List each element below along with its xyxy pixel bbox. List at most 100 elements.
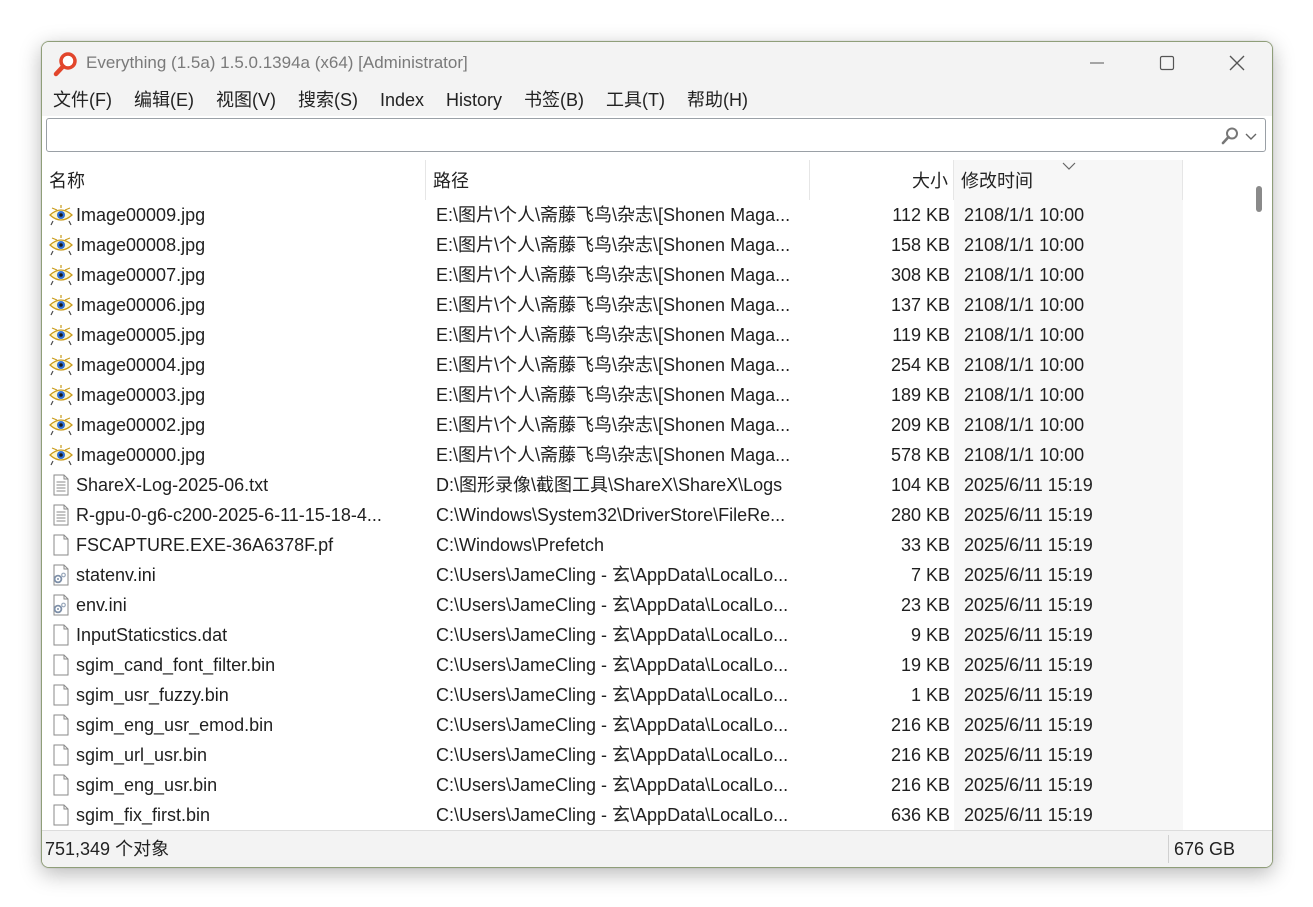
image-file-icon — [49, 234, 73, 256]
menu-history[interactable]: History — [435, 84, 513, 116]
file-row[interactable]: InputStaticstics.dat C:\Users\JameCling -… — [42, 620, 1183, 650]
blank-file-icon — [49, 654, 73, 676]
status-divider — [1168, 835, 1169, 863]
object-count: 751,349 个对象 — [45, 839, 170, 859]
file-name: sgim_fix_first.bin — [76, 805, 211, 825]
file-name: Image00000.jpg — [76, 445, 206, 465]
file-path: E:\图片\个人\斋藤飞鸟\杂志\[Shonen Maga... — [436, 265, 791, 285]
file-name: Image00002.jpg — [76, 415, 206, 435]
file-row[interactable]: sgim_eng_usr.bin C:\Users\JameCling - 玄\A… — [42, 770, 1183, 800]
file-path: C:\Users\JameCling - 玄\AppData\LocalLo..… — [436, 805, 789, 825]
column-header-name[interactable]: 名称 — [42, 160, 426, 200]
close-button[interactable] — [1202, 42, 1272, 84]
file-size: 9 KB — [910, 625, 950, 645]
menu-tools[interactable]: 工具(T) — [595, 84, 676, 116]
file-row[interactable]: Image00003.jpg E:\图片\个人\斋藤飞鸟\杂志\[Shonen M… — [42, 380, 1183, 410]
chevron-down-icon[interactable] — [1243, 128, 1259, 144]
file-size: 23 KB — [900, 595, 950, 615]
file-row[interactable]: sgim_eng_usr_emod.bin C:\Users\JameCling … — [42, 710, 1183, 740]
file-path: C:\Windows\System32\DriverStore\FileRe..… — [436, 505, 786, 525]
file-row[interactable]: sgim_usr_fuzzy.bin C:\Users\JameCling - 玄… — [42, 680, 1183, 710]
file-row[interactable]: FSCAPTURE.EXE-36A6378F.pf C:\Windows\Pref… — [42, 530, 1183, 560]
blank-file-icon — [49, 624, 73, 646]
config-file-icon — [49, 594, 73, 616]
file-size: 280 KB — [890, 505, 950, 525]
text-file-icon — [49, 504, 73, 526]
file-name: Image00007.jpg — [76, 265, 206, 285]
file-name: env.ini — [76, 595, 127, 615]
file-date: 2025/6/11 15:19 — [964, 535, 1093, 555]
file-row[interactable]: Image00006.jpg E:\图片\个人\斋藤飞鸟\杂志\[Shonen M… — [42, 290, 1183, 320]
scrollbar-thumb[interactable] — [1256, 186, 1262, 212]
search-box[interactable] — [46, 118, 1266, 152]
search-input[interactable] — [47, 119, 1207, 151]
file-date: 2108/1/1 10:00 — [964, 325, 1085, 345]
column-header-path[interactable]: 路径 — [426, 160, 810, 200]
file-date: 2025/6/11 15:19 — [964, 655, 1093, 675]
file-list[interactable]: Image00009.jpg E:\图片\个人\斋藤飞鸟\杂志\[Shonen M… — [42, 200, 1247, 830]
file-row[interactable]: Image00002.jpg E:\图片\个人\斋藤飞鸟\杂志\[Shonen M… — [42, 410, 1183, 440]
file-name: sgim_cand_font_filter.bin — [76, 655, 276, 675]
maximize-button[interactable] — [1132, 42, 1202, 84]
menu-index[interactable]: Index — [369, 84, 435, 116]
column-header-size[interactable]: 大小 — [810, 160, 954, 200]
file-size: 578 KB — [890, 445, 950, 465]
file-name: sgim_usr_fuzzy.bin — [76, 685, 229, 705]
file-name: ShareX-Log-2025-06.txt — [76, 475, 269, 495]
file-row[interactable]: Image00008.jpg E:\图片\个人\斋藤飞鸟\杂志\[Shonen M… — [42, 230, 1183, 260]
menu-bookmarks[interactable]: 书签(B) — [513, 84, 595, 116]
maximize-icon — [1159, 55, 1175, 71]
file-row[interactable]: ShareX-Log-2025-06.txt D:\图形录像\截图工具\Share… — [42, 470, 1183, 500]
file-size: 7 KB — [910, 565, 950, 585]
menu-edit[interactable]: 编辑(E) — [123, 84, 205, 116]
file-path: C:\Users\JameCling - 玄\AppData\LocalLo..… — [436, 715, 789, 735]
blank-file-icon — [49, 744, 73, 766]
image-file-icon — [49, 384, 73, 406]
file-size: 209 KB — [890, 415, 950, 435]
file-name: Image00004.jpg — [76, 355, 206, 375]
menu-bar: 文件(F) 编辑(E) 视图(V) 搜索(S) Index History 书签(B) 工具(… — [42, 84, 1272, 116]
file-path: C:\Windows\Prefetch — [436, 535, 605, 555]
image-file-icon — [49, 264, 73, 286]
file-size: 33 KB — [900, 535, 950, 555]
search-icon[interactable] — [1219, 125, 1241, 147]
file-size: 1 KB — [910, 685, 950, 705]
image-file-icon — [49, 204, 73, 226]
window-title: Everything (1.5a) 1.5.0.1394a (x64) [Adm… — [86, 53, 468, 72]
menu-help[interactable]: 帮助(H) — [676, 84, 759, 116]
file-row[interactable]: Image00004.jpg E:\图片\个人\斋藤飞鸟\杂志\[Shonen M… — [42, 350, 1183, 380]
file-path: D:\图形录像\截图工具\ShareX\ShareX\Logs — [436, 475, 783, 495]
file-row[interactable]: sgim_url_usr.bin C:\Users\JameCling - 玄\A… — [42, 740, 1183, 770]
file-row[interactable]: Image00009.jpg E:\图片\个人\斋藤飞鸟\杂志\[Shonen M… — [42, 200, 1183, 230]
blank-file-icon — [49, 804, 73, 826]
menu-search[interactable]: 搜索(S) — [287, 84, 369, 116]
file-date: 2025/6/11 15:19 — [964, 625, 1093, 645]
file-path: C:\Users\JameCling - 玄\AppData\LocalLo..… — [436, 775, 789, 795]
file-size: 189 KB — [890, 385, 950, 405]
file-row[interactable]: Image00007.jpg E:\图片\个人\斋藤飞鸟\杂志\[Shonen M… — [42, 260, 1183, 290]
file-path: E:\图片\个人\斋藤飞鸟\杂志\[Shonen Maga... — [436, 295, 791, 315]
file-date: 2108/1/1 10:00 — [964, 295, 1085, 315]
file-row[interactable]: env.ini C:\Users\JameCling - 玄\AppData\Lo… — [42, 590, 1183, 620]
file-size: 254 KB — [890, 355, 950, 375]
menu-view[interactable]: 视图(V) — [205, 84, 287, 116]
minimize-button[interactable] — [1062, 42, 1132, 84]
blank-file-icon — [49, 534, 73, 556]
file-row[interactable]: Image00000.jpg E:\图片\个人\斋藤飞鸟\杂志\[Shonen M… — [42, 440, 1183, 470]
file-path: C:\Users\JameCling - 玄\AppData\LocalLo..… — [436, 745, 789, 765]
file-date: 2025/6/11 15:19 — [964, 715, 1093, 735]
file-row[interactable]: sgim_cand_font_filter.bin C:\Users\JameCl… — [42, 650, 1183, 680]
file-size: 216 KB — [890, 745, 950, 765]
vertical-scrollbar[interactable] — [1248, 182, 1272, 830]
title-bar[interactable]: Everything (1.5a) 1.5.0.1394a (x64) [Adm… — [42, 42, 1272, 84]
file-path: C:\Users\JameCling - 玄\AppData\LocalLo..… — [436, 595, 789, 615]
file-row[interactable]: sgim_fix_first.bin C:\Users\JameCling - 玄… — [42, 800, 1183, 830]
file-name: R-gpu-0-g6-c200-2025-6-11-15-18-4... — [76, 505, 382, 525]
file-row[interactable]: statenv.ini C:\Users\JameCling - 玄\AppDat… — [42, 560, 1183, 590]
file-row[interactable]: Image00005.jpg E:\图片\个人\斋藤飞鸟\杂志\[Shonen M… — [42, 320, 1183, 350]
image-file-icon — [49, 444, 73, 466]
text-file-icon — [49, 474, 73, 496]
menu-file[interactable]: 文件(F) — [42, 84, 123, 116]
file-path: E:\图片\个人\斋藤飞鸟\杂志\[Shonen Maga... — [436, 205, 791, 225]
file-row[interactable]: R-gpu-0-g6-c200-2025-6-11-15-18-4... C:\W… — [42, 500, 1183, 530]
